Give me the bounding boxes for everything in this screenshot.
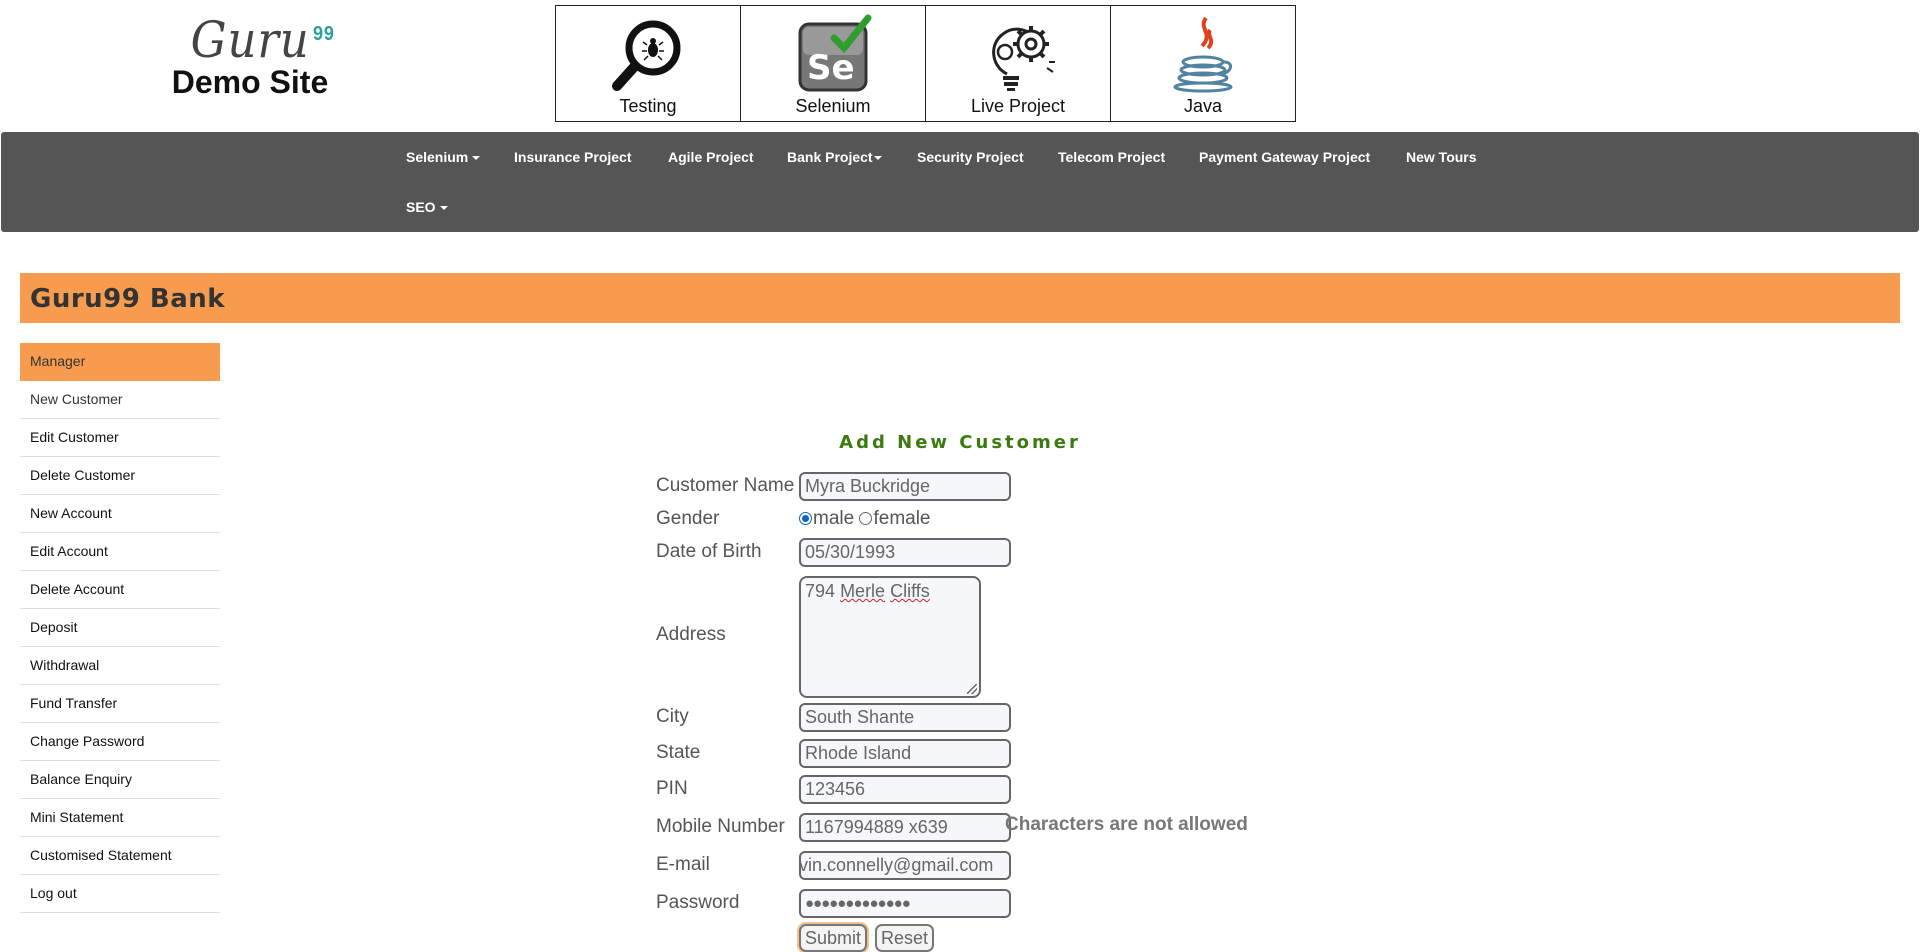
city-input[interactable]: South Shante xyxy=(799,703,1011,732)
logo-brand-text: Guru xyxy=(190,11,310,69)
selenium-icon: Se xyxy=(798,14,872,92)
nav-item-payment-gateway-project[interactable]: Payment Gateway Project xyxy=(1199,149,1370,165)
sidebar-item-customised-statement[interactable]: Customised Statement xyxy=(20,837,220,875)
gear-bulb-icon xyxy=(992,26,1055,91)
address-word: Cliffs xyxy=(890,581,930,601)
state-input[interactable]: Rhode Island xyxy=(799,739,1011,768)
sidebar-item-fund-transfer[interactable]: Fund Transfer xyxy=(20,685,220,723)
address-number: 794 xyxy=(805,581,836,601)
date-of-birth-input[interactable]: 05/30/1993 xyxy=(799,538,1011,567)
gender-male-label: male xyxy=(813,508,855,529)
mobile-error-message: Characters are not allowed xyxy=(1005,814,1248,835)
gender-male-radio[interactable] xyxy=(799,512,812,525)
pin-input[interactable]: 123456 xyxy=(799,775,1011,804)
label-customer-name: Customer Name xyxy=(656,475,795,496)
tile-selenium[interactable]: Se Selenium xyxy=(741,6,926,121)
password-input[interactable]: ●●●●●●●●●●●●● xyxy=(799,889,1011,918)
sidebar-item-delete-customer[interactable]: Delete Customer xyxy=(20,457,220,495)
resize-handle-icon[interactable] xyxy=(967,684,977,694)
logo-superscript: 99 xyxy=(312,23,335,45)
tile-label: Live Project xyxy=(970,96,1066,116)
label-password: Password xyxy=(656,892,740,913)
sidebar-item-withdrawal[interactable]: Withdrawal xyxy=(20,647,220,685)
sidebar-item-edit-customer[interactable]: Edit Customer xyxy=(20,419,220,457)
label-city: City xyxy=(656,706,689,727)
nav-item-selenium[interactable]: Selenium xyxy=(406,149,481,165)
address-word: Merle xyxy=(840,581,886,601)
customer-name-input[interactable]: Myra Buckridge xyxy=(799,472,1011,501)
gender-female-radio[interactable] xyxy=(859,512,873,525)
caret-down-icon xyxy=(472,156,481,161)
tile-testing[interactable]: Testing xyxy=(556,6,741,121)
gender-female-label: female xyxy=(873,508,931,529)
main-navbar: Selenium Insurance Project Agile Project… xyxy=(1,132,1919,232)
bank-title-bar: Guru99 Bank xyxy=(20,273,1900,323)
submit-button[interactable]: Submit xyxy=(799,924,868,952)
form-title: Add New Customer xyxy=(839,432,1081,453)
mobile-number-input[interactable]: 1167994889 x639 xyxy=(799,813,1011,842)
sidebar-item-edit-account[interactable]: Edit Account xyxy=(20,533,220,571)
sidebar-item-new-account[interactable]: New Account xyxy=(20,495,220,533)
nav-item-bank-project[interactable]: Bank Project xyxy=(787,149,882,165)
label-state: State xyxy=(656,742,701,763)
caret-down-icon xyxy=(439,206,448,211)
sidebar-item-new-customer[interactable]: New Customer xyxy=(20,381,220,419)
sidebar-item-log-out[interactable]: Log out xyxy=(20,875,220,913)
sidebar-item-change-password[interactable]: Change Password xyxy=(20,723,220,761)
label-pin: PIN xyxy=(656,778,688,799)
sidebar-item-balance-enquiry[interactable]: Balance Enquiry xyxy=(20,761,220,799)
bank-title: Guru99 Bank xyxy=(30,284,226,314)
logo-brand: Guru 99 xyxy=(190,11,333,69)
label-email: E-mail xyxy=(656,854,710,875)
label-mobile-number: Mobile Number xyxy=(656,816,785,837)
email-input[interactable]: vin.connelly@gmail.com xyxy=(799,851,1011,880)
svg-text:Se: Se xyxy=(807,48,855,88)
nav-item-telecom-project[interactable]: Telecom Project xyxy=(1058,149,1165,165)
sidebar-item-manager[interactable]: Manager xyxy=(20,343,220,381)
label-gender: Gender xyxy=(656,508,720,529)
nav-item-seo[interactable]: SEO xyxy=(406,199,448,215)
tile-label: Java xyxy=(1183,96,1223,116)
sidebar-menu: Manager New Customer Edit Customer Delet… xyxy=(20,343,220,913)
tile-live-project[interactable]: Live Project xyxy=(926,6,1111,121)
nav-item-security-project[interactable]: Security Project xyxy=(917,149,1024,165)
reset-button[interactable]: Reset xyxy=(875,924,935,952)
label-address: Address xyxy=(656,624,726,645)
java-cup-icon xyxy=(1173,16,1233,93)
logo-site-name: Demo Site xyxy=(171,64,329,100)
sidebar-item-mini-statement[interactable]: Mini Statement xyxy=(20,799,220,837)
sidebar-item-deposit[interactable]: Deposit xyxy=(20,609,220,647)
tile-java[interactable]: Java xyxy=(1111,6,1295,121)
nav-label: Bank Project xyxy=(787,149,873,165)
course-tiles: Testing Se Selenium Live Project Java xyxy=(555,5,1296,122)
nav-label: SEO xyxy=(406,199,436,215)
nav-item-new-tours[interactable]: New Tours xyxy=(1406,149,1477,165)
nav-label: Selenium xyxy=(406,149,469,165)
nav-item-insurance-project[interactable]: Insurance Project xyxy=(514,149,632,165)
address-textarea[interactable]: 794 Merle Cliffs xyxy=(799,576,981,698)
tile-label: Selenium xyxy=(795,96,871,116)
tile-label: Testing xyxy=(619,96,677,116)
nav-item-agile-project[interactable]: Agile Project xyxy=(668,149,754,165)
gender-radio-group: male female xyxy=(799,508,931,530)
magnifier-bug-icon xyxy=(612,20,681,91)
site-logo[interactable]: Guru 99 Demo Site xyxy=(160,14,340,101)
sidebar-item-delete-account[interactable]: Delete Account xyxy=(20,571,220,609)
label-date-of-birth: Date of Birth xyxy=(656,541,762,562)
caret-down-icon xyxy=(873,156,882,161)
